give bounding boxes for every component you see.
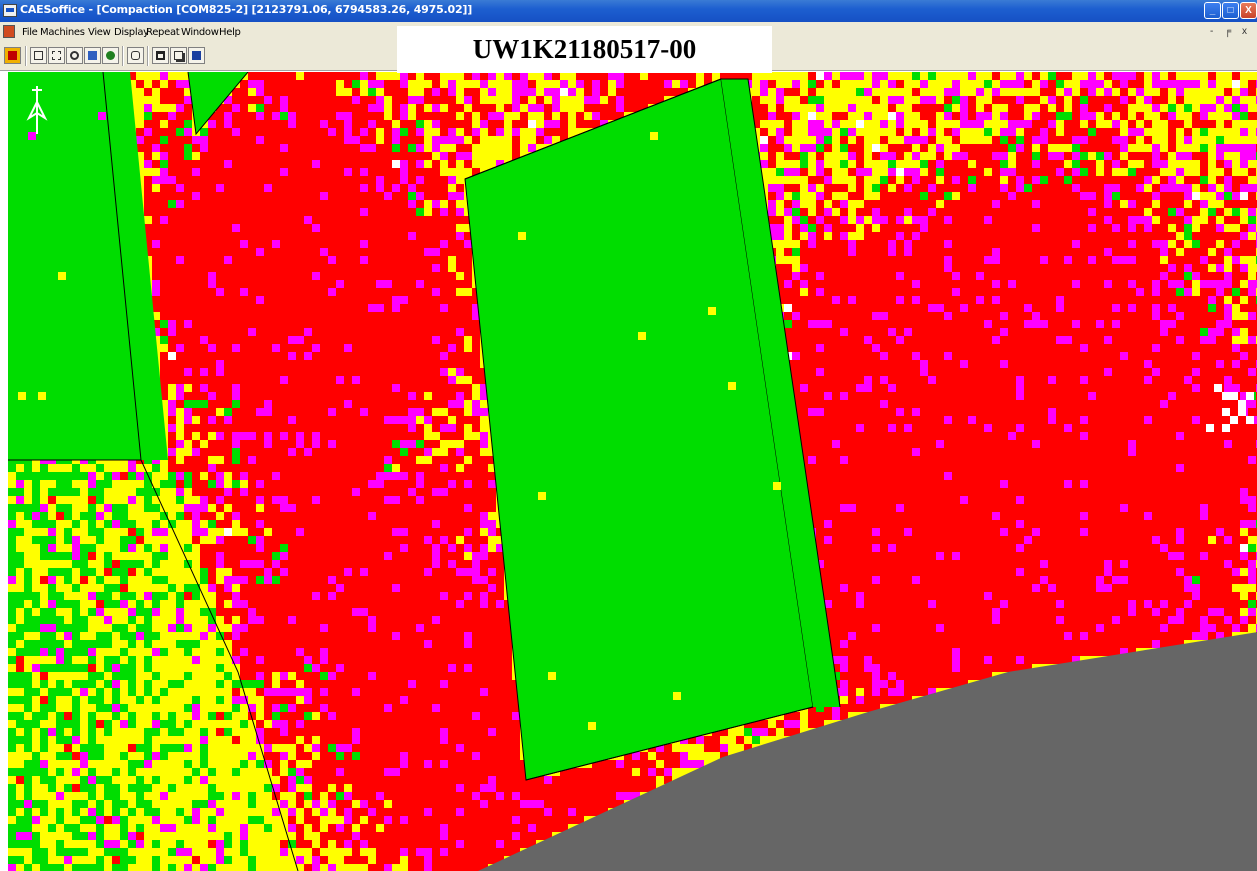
zoom-in-button[interactable]	[66, 47, 83, 64]
report-button[interactable]	[4, 47, 21, 64]
toolbar-separator	[147, 46, 149, 66]
menu-help[interactable]: Help	[219, 27, 241, 38]
minimize-button[interactable]: _	[1204, 2, 1221, 19]
report-icon	[8, 51, 17, 60]
menu-file[interactable]: File	[22, 27, 38, 38]
window-title: CAESoffice - [Compaction [COM825-2] [212…	[20, 3, 473, 16]
menu-machines[interactable]: Machines	[40, 27, 85, 38]
menu-repeat[interactable]: Repeat	[146, 27, 180, 38]
undo-zoom-button[interactable]	[102, 47, 119, 64]
north-arrow-icon	[24, 84, 50, 136]
zoom-out-button[interactable]	[84, 47, 101, 64]
layers-icon	[156, 51, 165, 60]
layers-button[interactable]	[152, 47, 169, 64]
mdi-controls[interactable]: - ╒ x	[1210, 26, 1251, 37]
maximize-button[interactable]: □	[1222, 2, 1239, 19]
menu-display[interactable]: Display	[114, 27, 149, 38]
copy-button[interactable]	[170, 47, 187, 64]
zoom-in-icon	[70, 51, 79, 60]
redo-button[interactable]	[127, 47, 144, 64]
compaction-map[interactable]	[8, 72, 1257, 871]
compaction-map-viewport[interactable]	[8, 72, 1257, 871]
close-button[interactable]: X	[1240, 2, 1257, 19]
redo-icon	[131, 51, 140, 60]
document-icon[interactable]	[3, 25, 15, 38]
title-bar[interactable]: CAESoffice - [Compaction [COM825-2] [212…	[0, 0, 1257, 22]
menu-view[interactable]: View	[88, 27, 111, 38]
toolbar-separator	[122, 46, 124, 66]
menu-window[interactable]: Window	[181, 27, 219, 38]
help-pointer-icon	[192, 51, 201, 60]
application-window: CAESoffice - [Compaction [COM825-2] [212…	[0, 0, 1257, 871]
copy-icon	[174, 51, 183, 60]
toolbar-separator	[25, 46, 27, 66]
help-pointer-button[interactable]	[188, 47, 205, 64]
app-icon[interactable]	[3, 4, 17, 17]
zoom-window-icon	[52, 51, 61, 60]
zoom-out-icon	[88, 51, 97, 60]
viewport-border	[0, 72, 8, 871]
zoom-extents-icon	[34, 51, 43, 60]
zoom-extents-button[interactable]	[30, 47, 47, 64]
zoom-window-button[interactable]	[48, 47, 65, 64]
job-id-label: UW1K21180517-00	[397, 26, 772, 73]
undo-zoom-icon	[106, 51, 115, 60]
